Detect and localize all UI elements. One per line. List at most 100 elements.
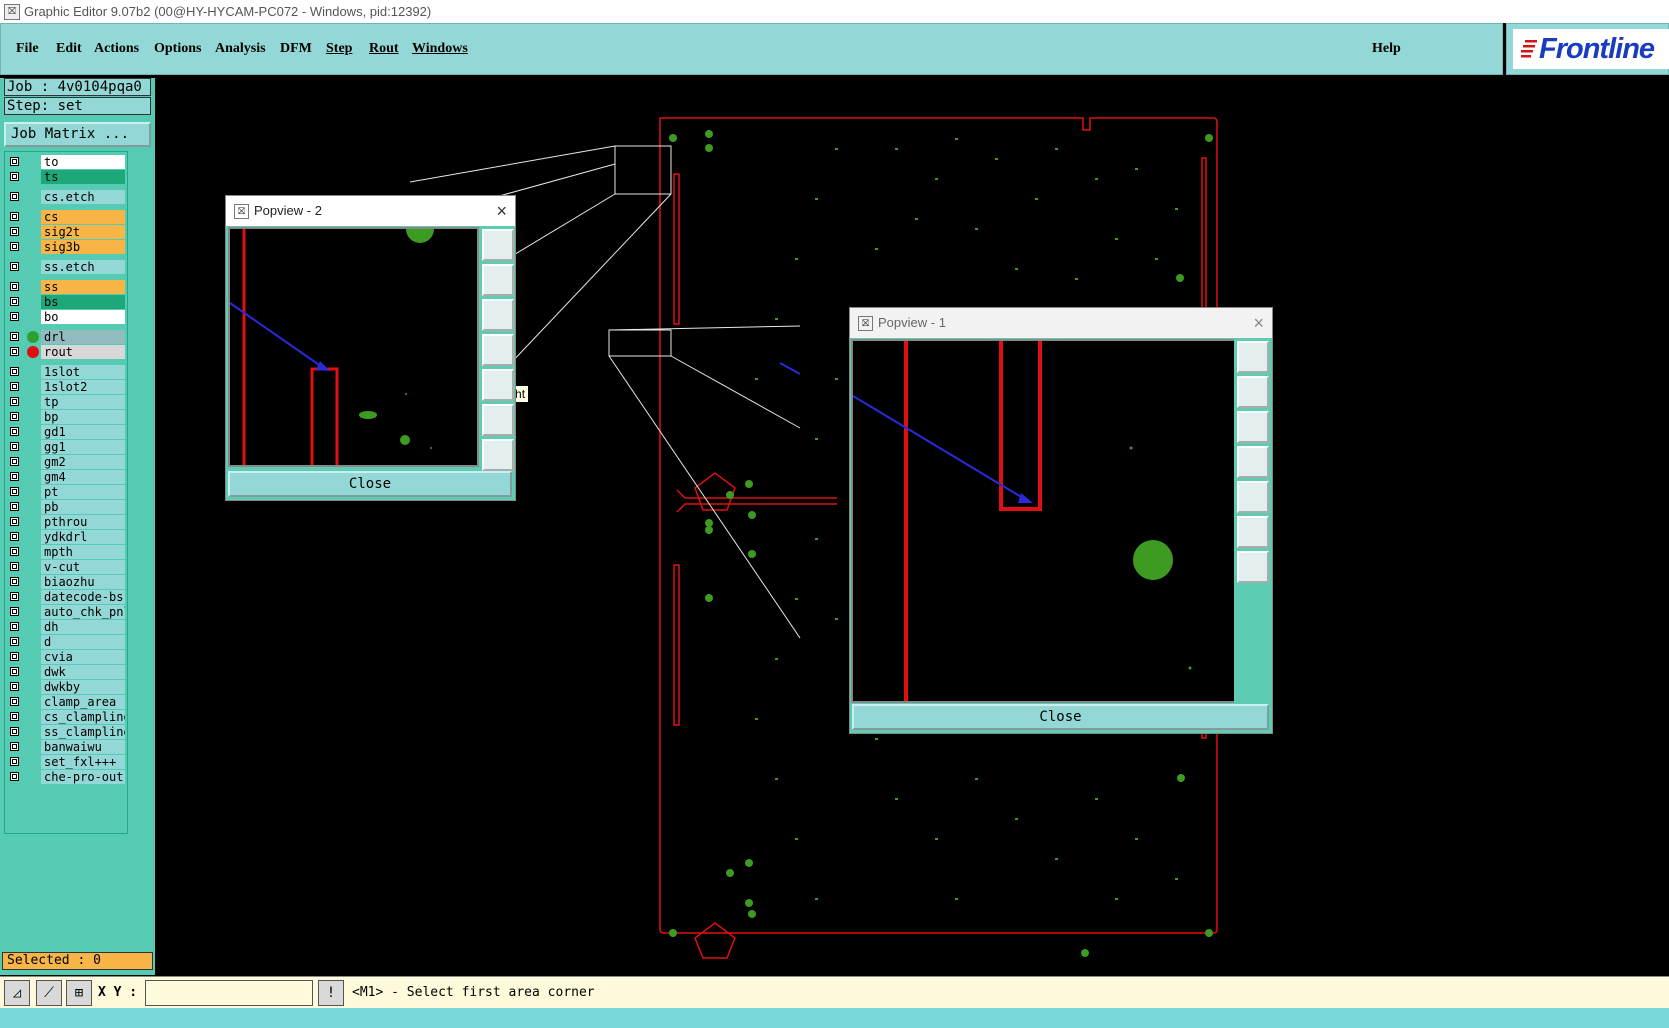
layer-checkbox[interactable] [10, 442, 19, 451]
layer-name[interactable]: 1slot2 [41, 380, 125, 394]
layer-checkbox[interactable] [10, 622, 19, 631]
layer-name[interactable]: sig3b [41, 240, 125, 254]
menu-windows[interactable]: Windows [412, 41, 468, 57]
layer-row[interactable]: datecode-bs [5, 590, 127, 605]
alert-button[interactable]: ! [318, 980, 344, 1006]
zoom-in-icon[interactable] [482, 404, 514, 436]
pan-right-icon[interactable] [482, 369, 514, 401]
layer-checkbox[interactable] [10, 637, 19, 646]
layer-name[interactable]: ydkdrl [41, 530, 125, 544]
layer-checkbox[interactable] [10, 772, 19, 781]
layer-name[interactable]: to [41, 155, 125, 169]
layer-checkbox[interactable] [10, 697, 19, 706]
close-icon[interactable]: × [496, 196, 507, 226]
layer-name[interactable]: drl [41, 330, 125, 344]
layer-checkbox[interactable] [10, 502, 19, 511]
layer-row[interactable]: bo [5, 310, 127, 325]
pan-left-icon[interactable] [482, 334, 514, 366]
layer-row[interactable]: cs.etch [5, 190, 127, 205]
layer-row[interactable]: ss [5, 280, 127, 295]
layer-checkbox[interactable] [10, 312, 19, 321]
layer-row[interactable]: v-cut [5, 560, 127, 575]
layer-row[interactable]: auto_chk_pnl [5, 605, 127, 620]
popview-2-titlebar[interactable]: ⛝ Popview - 2 × [226, 196, 515, 226]
layer-name[interactable]: gm2 [41, 455, 125, 469]
layer-row[interactable]: to [5, 155, 127, 170]
layer-checkbox[interactable] [10, 517, 19, 526]
layer-name[interactable]: dh [41, 620, 125, 634]
layer-name[interactable]: tp [41, 395, 125, 409]
layer-checkbox[interactable] [10, 367, 19, 376]
layer-row[interactable]: sig2t [5, 225, 127, 240]
popview-1-view[interactable] [851, 339, 1237, 703]
grid-icon[interactable]: ⊞ [66, 980, 92, 1006]
pan-left-icon[interactable] [1237, 446, 1269, 478]
menu-options[interactable]: Options [154, 41, 201, 57]
layer-checkbox[interactable] [10, 412, 19, 421]
layer-row[interactable]: pt [5, 485, 127, 500]
layer-name[interactable]: pb [41, 500, 125, 514]
layer-checkbox[interactable] [10, 577, 19, 586]
layer-checkbox[interactable] [10, 172, 19, 181]
layer-row[interactable]: banwaiwu [5, 740, 127, 755]
layer-checkbox[interactable] [10, 282, 19, 291]
pan-up-icon[interactable] [1237, 376, 1269, 408]
layer-name[interactable]: mpth [41, 545, 125, 559]
layer-row[interactable]: gm2 [5, 455, 127, 470]
zoom-out-icon[interactable] [482, 439, 514, 471]
layer-name[interactable]: ss.etch [41, 260, 125, 274]
layer-row[interactable]: cs [5, 210, 127, 225]
layer-name[interactable]: rout [41, 345, 125, 359]
layer-name[interactable]: ss [41, 280, 125, 294]
layer-checkbox[interactable] [10, 242, 19, 251]
layer-row[interactable]: biaozhu [5, 575, 127, 590]
layer-checkbox[interactable] [10, 262, 19, 271]
layer-name[interactable]: cvia [41, 650, 125, 664]
layer-checkbox[interactable] [10, 607, 19, 616]
layer-checkbox[interactable] [10, 742, 19, 751]
layer-checkbox[interactable] [10, 382, 19, 391]
layer-row[interactable]: cs_clampline [5, 710, 127, 725]
layer-name[interactable]: clamp_area [41, 695, 125, 709]
menu-edit[interactable]: Edit [56, 41, 82, 57]
layer-checkbox[interactable] [10, 682, 19, 691]
layer-name[interactable]: auto_chk_pnl [41, 605, 125, 619]
menu-step[interactable]: Step [326, 41, 352, 57]
layer-checkbox[interactable] [10, 472, 19, 481]
layer-name[interactable]: banwaiwu [41, 740, 125, 754]
layer-row[interactable]: 1slot [5, 365, 127, 380]
layer-name[interactable]: biaozhu [41, 575, 125, 589]
menu-dfm[interactable]: DFM [280, 41, 312, 57]
layer-checkbox[interactable] [10, 347, 19, 356]
layer-checkbox[interactable] [10, 487, 19, 496]
layer-row[interactable]: 1slot2 [5, 380, 127, 395]
layer-name[interactable]: pt [41, 485, 125, 499]
menu-help[interactable]: Help [1372, 41, 1401, 57]
layer-row[interactable]: set_fxl+++ [5, 755, 127, 770]
popview-2-close-button[interactable]: Close [228, 471, 512, 497]
xy-input[interactable] [145, 980, 313, 1006]
layer-name[interactable]: bp [41, 410, 125, 424]
menu-analysis[interactable]: Analysis [215, 41, 266, 57]
layer-checkbox[interactable] [10, 592, 19, 601]
zoom-in-icon[interactable] [1237, 516, 1269, 548]
layer-name[interactable]: sig2t [41, 225, 125, 239]
layer-row[interactable]: d [5, 635, 127, 650]
measure-icon[interactable]: ◿ [4, 980, 30, 1006]
zoom-out-icon[interactable] [1237, 551, 1269, 583]
layer-checkbox[interactable] [10, 532, 19, 541]
layer-name[interactable]: dwk [41, 665, 125, 679]
close-icon[interactable]: × [1253, 308, 1264, 338]
layer-row[interactable]: che-pro-out [5, 770, 127, 785]
layer-row[interactable]: cvia [5, 650, 127, 665]
job-matrix-button[interactable]: Job Matrix ... [4, 122, 151, 147]
menu-rout[interactable]: Rout [369, 41, 399, 57]
layer-row[interactable]: gm4 [5, 470, 127, 485]
layer-checkbox[interactable] [10, 757, 19, 766]
layer-name[interactable]: v-cut [41, 560, 125, 574]
menu-actions[interactable]: Actions [94, 41, 139, 57]
layer-name[interactable]: dwkby [41, 680, 125, 694]
layer-row[interactable]: bs [5, 295, 127, 310]
layer-name[interactable]: datecode-bs [41, 590, 125, 604]
layer-name[interactable]: gg1 [41, 440, 125, 454]
